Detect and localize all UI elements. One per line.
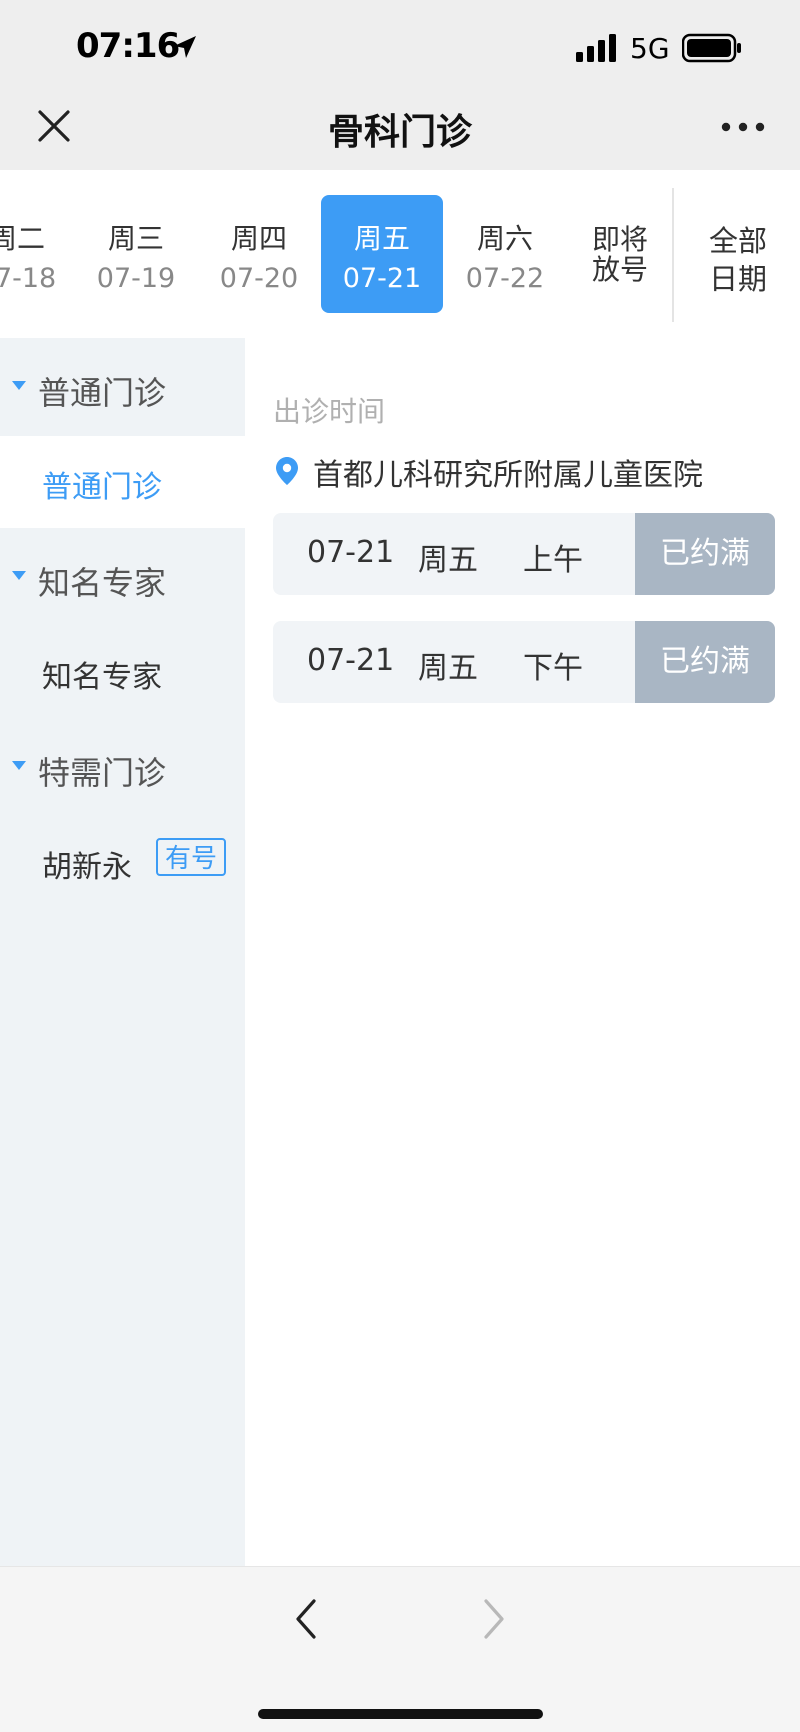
date-tab-selected[interactable]: 周五 07-21 <box>321 195 443 313</box>
sidebar-item-label: 知名专家 <box>42 660 162 695</box>
date-tab-bar: 周二 07-18 周三 07-19 周四 07-20 周五 07-21 周六 0… <box>0 170 800 338</box>
date-tab-date: 07-20 <box>219 263 299 294</box>
caret-down-icon <box>12 571 26 580</box>
date-tab[interactable]: 周六 07-22 <box>444 195 566 313</box>
page-title: 骨科门诊 <box>327 112 472 153</box>
slot-weekday: 周五 <box>418 651 478 686</box>
category-header[interactable]: 普通门诊 <box>0 338 245 436</box>
date-tab[interactable]: 周四 07-20 <box>198 195 320 313</box>
sidebar-item-label: 普通门诊 <box>42 470 162 505</box>
network-type: 5G <box>630 32 670 65</box>
sidebar-item-label: 胡新永 <box>42 850 132 885</box>
location-arrow-icon <box>174 36 196 58</box>
availability-badge: 有号 <box>156 838 226 876</box>
date-tab-weekday: 周三 <box>107 222 164 255</box>
forward-arrow-icon[interactable] <box>478 1597 508 1641</box>
slot-period: 下午 <box>523 651 583 686</box>
category-header[interactable]: 知名专家 <box>0 528 245 626</box>
all-dates-button[interactable]: 全部 日期 <box>686 222 790 298</box>
date-tab-date: 07-18 <box>0 263 57 294</box>
home-indicator <box>258 1709 543 1719</box>
divider <box>672 188 674 322</box>
status-time: 07:16 <box>76 26 180 66</box>
schedule-slot[interactable]: 07-21 周五 下午 已约满 <box>273 621 775 703</box>
hospital-name: 首都儿科研究所附属儿童医院 <box>313 458 703 493</box>
date-tab-date: 07-22 <box>465 263 545 294</box>
slot-period: 上午 <box>523 543 583 578</box>
caret-down-icon <box>12 761 26 770</box>
date-tab-date: 07-21 <box>342 263 422 294</box>
schedule-slot[interactable]: 07-21 周五 上午 已约满 <box>273 513 775 595</box>
category-header[interactable]: 特需门诊 <box>0 718 245 816</box>
date-tab-weekday: 周五 <box>353 222 410 255</box>
date-tab-date: 07-19 <box>96 263 176 294</box>
battery-icon <box>682 33 741 63</box>
schedule-panel: 出诊时间 首都儿科研究所附属儿童医院 07-21 周五 上午 已约满 07-21… <box>245 338 800 1566</box>
browser-bottom-bar <box>0 1566 800 1732</box>
sidebar-item-doctor[interactable]: 胡新永 有号 <box>0 816 245 908</box>
slot-date: 07-21 <box>307 535 395 570</box>
date-tab[interactable]: 周三 07-19 <box>75 195 197 313</box>
date-tab-weekday: 周六 <box>476 222 533 255</box>
coming-soon-tab[interactable]: 即将 放号 <box>582 225 658 285</box>
section-title: 出诊时间 <box>273 395 386 428</box>
category-label: 特需门诊 <box>38 754 167 792</box>
slot-status-button[interactable]: 已约满 <box>635 513 775 595</box>
date-tab-weekday: 周二 <box>0 222 45 255</box>
more-options-icon[interactable] <box>720 115 766 139</box>
location-pin-icon <box>276 457 298 485</box>
slot-weekday: 周五 <box>418 543 478 578</box>
back-arrow-icon[interactable] <box>292 1597 322 1641</box>
sidebar-item-selected[interactable]: 普通门诊 <box>0 436 245 528</box>
date-tab-weekday: 周四 <box>230 222 287 255</box>
date-tab[interactable]: 周二 07-18 <box>0 195 78 313</box>
category-label: 普通门诊 <box>38 374 167 412</box>
caret-down-icon <box>12 381 26 390</box>
top-bar: 07:16 5G 骨科门诊 <box>0 0 800 170</box>
category-label: 知名专家 <box>38 564 167 602</box>
slot-status-button[interactable]: 已约满 <box>635 621 775 703</box>
slot-date: 07-21 <box>307 643 395 678</box>
sidebar-item[interactable]: 知名专家 <box>0 626 245 718</box>
signal-icon <box>576 34 616 62</box>
category-sidebar: 普通门诊 普通门诊 知名专家 知名专家 特需门诊 胡新永 有号 <box>0 338 245 1566</box>
